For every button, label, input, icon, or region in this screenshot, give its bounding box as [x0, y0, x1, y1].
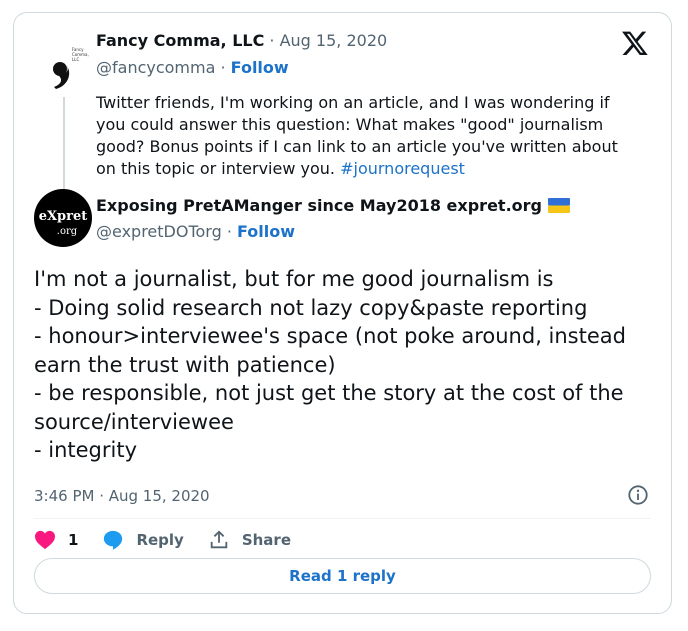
quoted-follow-button[interactable]: Follow: [231, 58, 289, 77]
reply-button[interactable]: Reply: [102, 529, 184, 551]
like-button[interactable]: 1: [34, 530, 78, 550]
ukraine-flag-icon: [547, 198, 570, 213]
avatar-text-bottom: .org: [57, 226, 78, 237]
reply-line: - honour>interviewee's space (not poke a…: [34, 324, 626, 348]
hashtag-link[interactable]: #journorequest: [340, 159, 465, 178]
expret-avatar-logo: eXpret .org: [39, 209, 88, 237]
separator-dot: ·: [269, 31, 280, 50]
quoted-author-name[interactable]: Fancy Comma, LLC: [96, 31, 264, 50]
quoted-handle[interactable]: @fancycomma: [96, 58, 215, 77]
quoted-date[interactable]: Aug 15, 2020: [280, 31, 388, 50]
svg-text:LLC: LLC: [72, 57, 79, 62]
tweet-timestamp[interactable]: 3:46 PM · Aug 15, 2020: [34, 487, 210, 505]
reply-line: I'm not a journalist, but for me good jo…: [34, 267, 554, 291]
quoted-header-line2: @fancycomma · Follow: [96, 58, 289, 77]
reply-tweet-text: I'm not a journalist, but for me good jo…: [34, 265, 654, 465]
reply-follow-button[interactable]: Follow: [237, 222, 295, 241]
reply-author-name[interactable]: Exposing PretAManger since May2018 expre…: [96, 196, 542, 215]
like-count: 1: [68, 531, 79, 549]
embedded-tweet-card: Fancy Comma, LLC Fancy Comma, LLC · Aug …: [13, 12, 672, 614]
quoted-tweet-text: Twitter friends, I'm working on an artic…: [96, 92, 636, 180]
reply-line: earn the trust with patience): [34, 352, 336, 377]
separator-dot: ·: [220, 58, 231, 77]
read-reply-button[interactable]: Read 1 reply: [34, 558, 651, 594]
reply-line: source/interviewee: [34, 409, 234, 434]
share-button[interactable]: Share: [208, 529, 291, 551]
fancy-comma-avatar[interactable]: Fancy Comma, LLC: [36, 35, 92, 91]
share-icon: [210, 530, 228, 549]
info-icon[interactable]: [627, 484, 649, 506]
reply-header-line2: @expretDOTorg · Follow: [96, 222, 295, 241]
expret-avatar[interactable]: eXpret .org: [34, 189, 92, 247]
reply-header-line1: Exposing PretAManger since May2018 expre…: [96, 196, 570, 215]
avatar-text-top: eXpret: [39, 209, 88, 224]
quoted-header-line1: Fancy Comma, LLC · Aug 15, 2020: [96, 31, 387, 50]
share-label: Share: [241, 531, 292, 549]
reply-line: - integrity: [34, 438, 138, 462]
separator-dot: ·: [226, 222, 238, 241]
heart-icon: [35, 530, 55, 550]
tweet-actions-bar: 1 Reply Share: [34, 522, 315, 558]
reply-line: - be responsible, not just get the story…: [34, 381, 624, 405]
x-logo-icon[interactable]: [621, 29, 649, 57]
reply-bubble-icon: [104, 530, 123, 550]
reply-label: Reply: [136, 531, 184, 549]
thread-connector-line: [63, 97, 65, 189]
reply-line: - Doing solid research not lazy copy&pas…: [34, 295, 588, 320]
divider: [34, 518, 651, 519]
reply-handle[interactable]: @expretDOTorg: [96, 222, 222, 241]
